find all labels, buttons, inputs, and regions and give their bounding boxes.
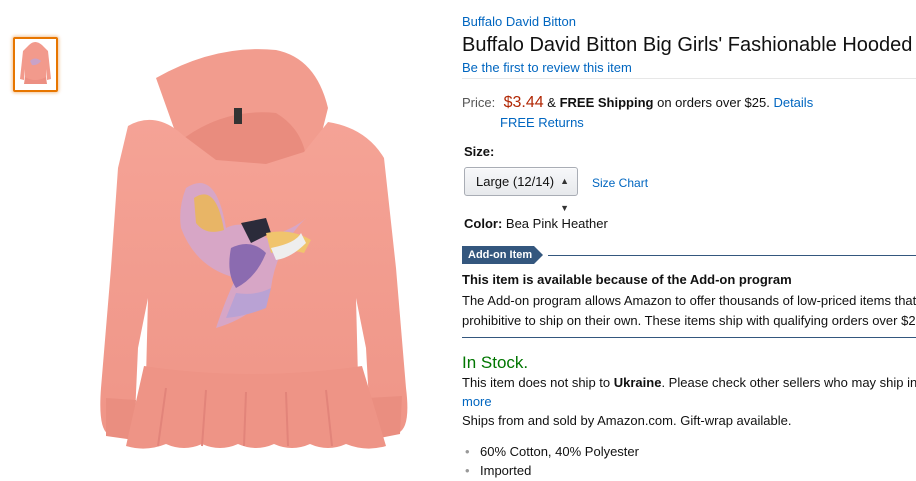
size-label: Size: [464,144,495,159]
feature-bullets: 60% Cotton, 40% Polyester Imported [462,442,639,480]
size-selected-value: Large (12/14) [476,174,555,189]
product-details: Buffalo David Bitton Buffalo David Bitto… [462,0,916,481]
addon-badge: Add-on Item [462,246,543,264]
feature-bullet: 60% Cotton, 40% Polyester [462,442,639,461]
main-product-image[interactable] [66,48,466,453]
color-value: Bea Pink Heather [505,216,608,231]
feature-bullet: Imported [462,461,639,480]
size-dropdown[interactable]: Large (12/14) ▲ ▼ [464,167,578,213]
free-returns-link[interactable]: FREE Returns [500,115,584,130]
color-label: Color: [464,216,503,231]
shipping-threshold: on orders over $25. [653,95,774,110]
addon-line-2: prohibitive to ship on their own. These … [462,313,916,328]
shipping-note-rest: . Please check other sellers who may shi… [661,375,916,390]
hoodie-graphic [100,49,408,449]
price-value: $3.44 [503,94,544,111]
free-shipping-text: FREE Shipping [559,95,654,110]
price-amp: & [547,95,556,110]
product-title: Buffalo David Bitton Big Girls' Fashiona… [462,34,913,56]
price-label: Price: [462,95,496,110]
price-row: Price: $3.44 & FREE Shipping on orders o… [462,94,813,112]
brand-link[interactable]: Buffalo David Bitton [462,14,576,29]
addon-divider [548,255,916,256]
shipping-details-link[interactable]: Details [773,95,813,110]
shipping-note: This item does not ship to Ukraine. Plea… [462,375,916,390]
hoodie-thumbnail-graphic [20,42,51,84]
shipping-note-text: This item does not ship to [462,375,614,390]
review-link[interactable]: Be the first to review this item [462,60,632,75]
divider [462,78,916,79]
more-link[interactable]: more [462,394,492,409]
addon-description: The Add-on program allows Amazon to offe… [462,291,916,331]
addon-line-1: The Add-on program allows Amazon to offe… [462,293,916,308]
thumbnail-image[interactable] [13,37,58,92]
availability-status: In Stock. [462,353,529,372]
chevron-updown-icon: ▲ ▼ [560,176,569,213]
addon-heading: This item is available because of the Ad… [462,272,792,287]
ships-from-text: Ships from and sold by Amazon.com. Gift-… [462,413,792,428]
ship-country: Ukraine [613,375,662,390]
addon-bottom-divider [462,337,916,338]
size-chart-link[interactable]: Size Chart [592,176,648,190]
color-row: Color: Bea Pink Heather [464,216,608,231]
